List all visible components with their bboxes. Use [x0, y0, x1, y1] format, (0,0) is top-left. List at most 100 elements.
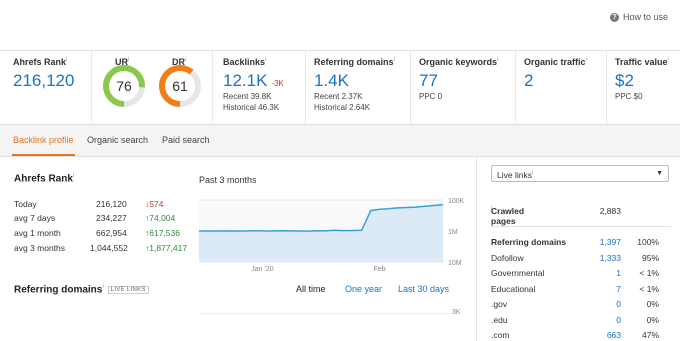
- rank-row-change: ↑74,004: [145, 213, 176, 223]
- breakdown-count[interactable]: 663: [607, 330, 621, 340]
- breakdown-count[interactable]: 1,333: [600, 253, 621, 263]
- metric-referring-domains: Referring domainsi 1.4K Recent 2.37K His…: [306, 51, 411, 125]
- period-all-time[interactable]: All time: [296, 284, 326, 294]
- breakdown-label: Dofollow: [491, 252, 524, 263]
- tab-backlink-profile[interactable]: Backlink profile: [13, 135, 74, 145]
- dr-value: 61: [172, 78, 188, 94]
- rank-row: avg 3 months 1,044,552 ↑1,877,417: [14, 243, 194, 255]
- crawled-pages-row: Crawled pages i 2,883: [491, 206, 671, 226]
- organic-keywords-value: 77: [419, 71, 438, 90]
- period-one-year[interactable]: One year: [345, 284, 382, 294]
- breakdown-row: .com 663 47%: [491, 330, 671, 341]
- breakdown-percent: < 1%: [639, 268, 659, 278]
- ur-value: 76: [116, 78, 132, 94]
- rank-row-change: ↑1,877,417: [145, 243, 188, 253]
- rank-row-value: 662,954: [96, 228, 127, 238]
- breakdown-count[interactable]: 0: [616, 299, 621, 309]
- tab-paid-search[interactable]: Paid search: [162, 135, 210, 145]
- chart-y-tick: 100K: [448, 198, 465, 205]
- breakdown-label: .com: [491, 330, 510, 340]
- report-tabs: Backlink profile Organic search Paid sea…: [0, 125, 680, 157]
- chart-title: Past 3 months: [199, 175, 257, 185]
- rank-row-change: ↓574: [145, 199, 164, 209]
- period-last-30-days[interactable]: Last 30 days: [398, 284, 449, 294]
- breakdown-count[interactable]: 0: [616, 315, 621, 325]
- breakdown-row: Dofollow 1,333 95%: [491, 253, 671, 266]
- metric-traffic-value: Traffic valuei $2 PPC $0: [607, 51, 680, 125]
- organic-keywords-ppc: PPC 0: [419, 92, 443, 101]
- breakdown-count[interactable]: 1: [616, 268, 621, 278]
- breakdown-label: .edu: [491, 314, 508, 325]
- rank-row-label: avg 1 month: [14, 228, 61, 238]
- rank-row: Today 216,120 ↓574: [14, 199, 194, 211]
- referring-chart-y-tick: 3K: [452, 309, 461, 316]
- referring-chart-gridline: [199, 313, 449, 314]
- breakdown-label: Referring domains: [491, 237, 567, 247]
- backlinks-delta: -3K: [271, 79, 284, 88]
- crawled-pages-label: Crawled pages i: [491, 206, 525, 226]
- breakdown-row: Referring domains 1,397 100%: [491, 237, 671, 250]
- rank-row-label: Today: [14, 199, 37, 209]
- metric-label: Ahrefs Ranki: [13, 57, 68, 67]
- ahrefs-rank-chart: 100K 1M 10M Jan '20 Feb: [199, 198, 465, 272]
- breakdown-percent: 0%: [646, 314, 659, 325]
- rank-row: avg 7 days 234,227 ↑74,004: [14, 213, 194, 225]
- breakdown-count[interactable]: 1,397: [600, 237, 621, 247]
- rank-row-value: 234,227: [96, 213, 127, 223]
- metric-organic-keywords: Organic keywordsi 77 PPC 0: [411, 51, 516, 125]
- metric-label: Backlinksi: [223, 57, 267, 67]
- rank-row-label: avg 3 months: [14, 243, 66, 253]
- ur-gauge: 76: [103, 65, 145, 107]
- referring-domains-value: 1.4K: [314, 71, 349, 90]
- chart-y-tick: 1M: [448, 229, 458, 236]
- chevron-down-icon: ▼: [656, 170, 663, 177]
- crawled-pages-value: 2,883: [599, 206, 621, 216]
- metric-ur-dr: URi DRi 76 61: [92, 51, 213, 125]
- chart-x-tick: Jan '20: [251, 266, 273, 272]
- backlinks-value: 12.1K -3K: [223, 71, 284, 90]
- rank-row-value: 1,044,552: [90, 243, 128, 253]
- breakdown-label: Educational: [491, 283, 536, 294]
- metric-organic-traffic: Organic traffici 2: [516, 51, 607, 125]
- ahrefs-rank-value: 216,120: [13, 71, 75, 90]
- rank-row: avg 1 month 662,954 ↑617,536: [14, 228, 194, 240]
- metric-backlinks: Backlinksi 12.1K -3K Recent 39.8K Histori…: [213, 51, 306, 125]
- chart-y-tick: 10M: [448, 260, 462, 267]
- live-links-badge: LIVE LINKS: [107, 285, 149, 294]
- breakdown-row: Governmental 1 < 1%: [491, 268, 671, 281]
- top-bar: ? How to use: [0, 0, 680, 50]
- right-panel: Live linksi ▼ Crawled pages i 2,883 Refer…: [476, 157, 680, 341]
- breakdown-row: .gov 0 0%: [491, 299, 671, 312]
- breakdown-percent: 47%: [641, 330, 659, 340]
- metrics-strip: Ahrefs Ranki 216,120 URi DRi 76 61 Backl…: [0, 50, 680, 125]
- tab-organic-search[interactable]: Organic search: [87, 135, 148, 145]
- how-to-use-link[interactable]: ? How to use: [609, 12, 668, 22]
- breakdown-row: .edu 0 0%: [491, 315, 671, 328]
- rank-row-value: 216,120: [96, 199, 127, 209]
- active-tab-indicator: [12, 154, 75, 156]
- breakdown-percent: < 1%: [639, 283, 659, 294]
- organic-traffic-value: 2: [524, 71, 534, 90]
- breakdown-percent: 100%: [637, 237, 659, 247]
- breakdown-label: Governmental: [491, 268, 545, 278]
- backlinks-recent: Recent 39.8K: [223, 92, 272, 101]
- referring-domains-recent: Recent 2.37K: [314, 92, 363, 101]
- chart-x-tick: Feb: [374, 266, 386, 272]
- dr-gauge: 61: [159, 65, 201, 107]
- metric-label: Traffic valuei: [615, 57, 669, 67]
- backlinks-historical: Historical 46.3K: [223, 103, 280, 112]
- ahrefs-rank-section-title: Ahrefs Ranki: [14, 173, 75, 185]
- metric-label: Organic keywordsi: [419, 57, 499, 67]
- metric-ahrefs-rank: Ahrefs Ranki 216,120: [0, 51, 92, 125]
- divider: [491, 226, 671, 227]
- help-icon: ?: [609, 12, 619, 22]
- referring-domains-section-title: Referring domainsi LIVE LINKS: [14, 284, 149, 295]
- breakdown-row: Educational 7 < 1%: [491, 284, 671, 297]
- breakdown-count[interactable]: 7: [616, 284, 621, 294]
- traffic-value-value: $2: [615, 71, 634, 90]
- rank-row-change: ↑617,536: [145, 228, 180, 238]
- metric-label: Referring domainsi: [314, 57, 395, 67]
- breakdown-percent: 95%: [641, 252, 659, 263]
- rank-row-label: avg 7 days: [14, 213, 56, 223]
- link-type-select[interactable]: Live linksi ▼: [491, 165, 669, 182]
